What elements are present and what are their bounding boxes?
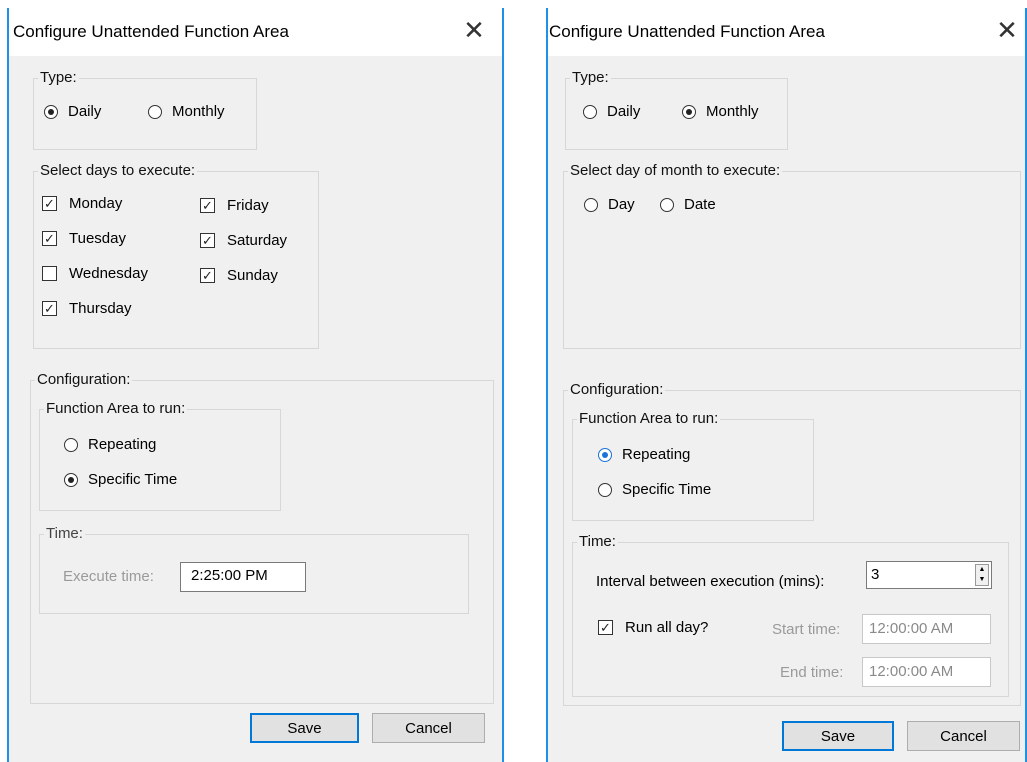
type-monthly-label: Monthly [172, 103, 225, 120]
day-of-month-group: Select day of month to execute: Day Date [563, 162, 1021, 349]
function-area-group: Function Area to run: Repeating Specific… [572, 410, 814, 521]
radio-selected-icon [682, 104, 696, 119]
radio-unselected-icon [64, 437, 78, 452]
configuration-legend: Configuration: [35, 371, 133, 388]
day-checkbox-thursday[interactable]: ✓ Thursday [42, 300, 132, 317]
type-legend: Type: [570, 69, 611, 86]
days-group: Select days to execute: ✓ Monday ✓ Tuesd… [33, 162, 319, 349]
close-icon[interactable]: ✕ [989, 12, 1025, 48]
specific-time-radio[interactable]: Specific Time [64, 471, 177, 488]
dialog-title: Configure Unattended Function Area [549, 22, 825, 41]
repeating-label: Repeating [88, 436, 157, 453]
days-legend: Select days to execute: [38, 162, 198, 179]
function-area-legend: Function Area to run: [577, 410, 721, 427]
save-button[interactable]: Save [782, 721, 894, 751]
checkmark-icon: ✓ [200, 198, 215, 213]
type-group: Type: Daily Monthly [33, 69, 257, 150]
specific-time-label: Specific Time [88, 471, 178, 488]
cancel-button[interactable]: Cancel [907, 721, 1020, 751]
radio-selected-icon [64, 472, 78, 487]
type-daily-label: Daily [68, 103, 102, 120]
day-label: Thursday [69, 300, 132, 317]
configuration-group: Configuration: Function Area to run: Rep… [30, 371, 494, 704]
checkmark-icon: ✓ [42, 231, 57, 246]
execute-time-field[interactable]: 2:25:00 PM [180, 562, 306, 592]
day-label: Wednesday [69, 265, 148, 282]
interval-stepper[interactable]: 3 ▲ ▼ [866, 561, 992, 589]
type-monthly-radio[interactable]: Monthly [682, 103, 759, 120]
configuration-group: Configuration: Function Area to run: Rep… [563, 381, 1021, 706]
configuration-legend: Configuration: [568, 381, 666, 398]
day-radio[interactable]: Day [584, 196, 635, 213]
run-all-day-label: Run all day? [625, 619, 709, 636]
radio-unselected-icon [583, 104, 597, 119]
date-radio[interactable]: Date [660, 196, 716, 213]
time-group: Time: Interval between execution (mins):… [572, 533, 1009, 697]
type-group: Type: Daily Monthly [565, 69, 788, 150]
function-area-legend: Function Area to run: [44, 400, 188, 417]
radio-unselected-icon [660, 197, 674, 212]
day-label: Monday [69, 195, 123, 212]
type-monthly-radio[interactable]: Monthly [148, 103, 225, 120]
execute-time-label: Execute time: [63, 568, 154, 585]
title-bar: Configure Unattended Function Area ✕ [548, 8, 1025, 56]
time-group: Time: Execute time: 2:25:00 PM [39, 525, 469, 614]
day-label: Sunday [227, 267, 278, 284]
cancel-button[interactable]: Cancel [372, 713, 485, 743]
day-checkbox-tuesday[interactable]: ✓ Tuesday [42, 230, 126, 247]
checkmark-icon: ✓ [598, 620, 613, 635]
repeating-label: Repeating [622, 446, 691, 463]
close-icon[interactable]: ✕ [456, 12, 492, 48]
checkmark-icon: ✓ [200, 268, 215, 283]
type-daily-radio[interactable]: Daily [44, 103, 101, 120]
day-label: Saturday [227, 232, 288, 249]
day-checkbox-friday[interactable]: ✓ Friday [200, 197, 269, 214]
end-time-label: End time: [780, 664, 844, 681]
checkmark-icon: ✓ [42, 301, 57, 316]
day-label: Day [608, 196, 635, 213]
date-label: Date [684, 196, 716, 213]
day-label: Friday [227, 197, 269, 214]
configure-dialog-monthly: Configure Unattended Function Area ✕ Typ… [546, 8, 1027, 762]
day-checkbox-saturday[interactable]: ✓ Saturday [200, 232, 287, 249]
start-time-field[interactable]: 12:00:00 AM [862, 614, 991, 644]
radio-selected-icon [44, 104, 58, 119]
day-of-month-legend: Select day of month to execute: [568, 162, 783, 179]
type-daily-label: Daily [607, 103, 641, 120]
type-monthly-label: Monthly [706, 103, 759, 120]
checkbox-empty-icon [42, 266, 57, 281]
day-checkbox-wednesday[interactable]: Wednesday [42, 265, 148, 282]
radio-unselected-icon [148, 104, 162, 119]
function-area-group: Function Area to run: Repeating Specific… [39, 400, 281, 511]
day-label: Tuesday [69, 230, 126, 247]
time-legend: Time: [44, 525, 85, 542]
radio-unselected-icon [598, 482, 612, 497]
interval-label: Interval between execution (mins): [596, 573, 825, 590]
dialog-title: Configure Unattended Function Area [13, 22, 289, 41]
title-bar: Configure Unattended Function Area ✕ [9, 8, 502, 56]
start-time-label: Start time: [772, 621, 841, 638]
type-daily-radio[interactable]: Daily [583, 103, 640, 120]
spinner-arrows-icon[interactable]: ▲ ▼ [975, 564, 989, 586]
run-all-day-checkbox[interactable]: ✓ Run all day? [598, 619, 708, 636]
checkmark-icon: ✓ [200, 233, 215, 248]
time-legend: Time: [577, 533, 618, 550]
configure-dialog-daily: Configure Unattended Function Area ✕ Typ… [7, 8, 504, 762]
repeating-radio[interactable]: Repeating [64, 436, 156, 453]
specific-time-radio[interactable]: Specific Time [598, 481, 711, 498]
checkmark-icon: ✓ [42, 196, 57, 211]
save-button[interactable]: Save [250, 713, 359, 743]
end-time-field[interactable]: 12:00:00 AM [862, 657, 991, 687]
type-legend: Type: [38, 69, 79, 86]
radio-unselected-icon [584, 197, 598, 212]
interval-value: 3 [871, 566, 880, 583]
repeating-radio[interactable]: Repeating [598, 446, 690, 463]
day-checkbox-monday[interactable]: ✓ Monday [42, 195, 122, 212]
day-checkbox-sunday[interactable]: ✓ Sunday [200, 267, 278, 284]
radio-selected-icon [598, 447, 612, 462]
specific-time-label: Specific Time [622, 481, 712, 498]
